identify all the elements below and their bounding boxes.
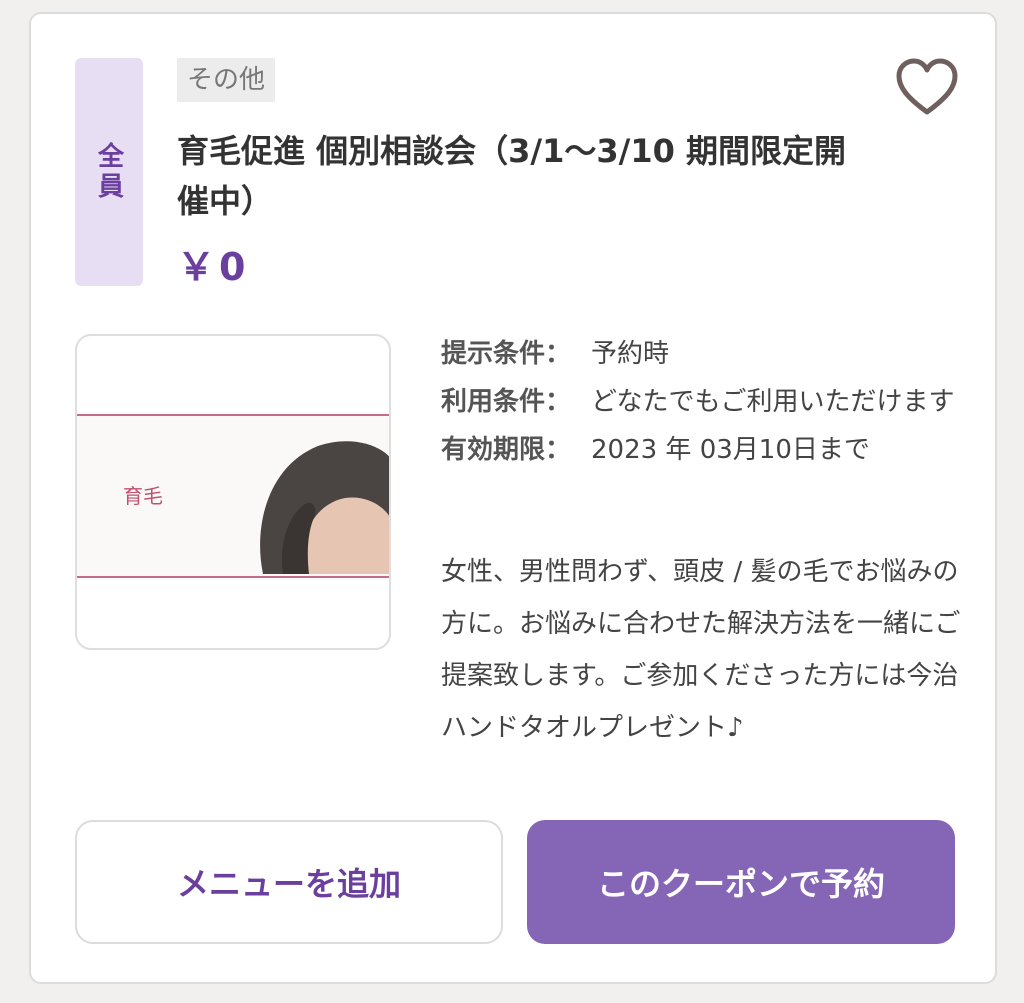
coupon-title: 育毛促進 個別相談会（3/1〜3/10 期間限定開催中） <box>177 132 846 220</box>
condition-expiry: 有効期限： 2023 年 03月10日まで <box>441 426 961 474</box>
category-tag: その他 <box>177 58 276 102</box>
condition-value: どなたでもご利用いただけます <box>591 387 955 417</box>
add-menu-button[interactable]: メニューを追加 <box>75 820 503 944</box>
coupon-price: ￥0 <box>177 245 250 289</box>
coupon-card: 全員 その他 育毛促進 個別相談会（3/1〜3/10 期間限定開催中） ￥0 育… <box>29 12 997 984</box>
image-caption: 育毛 <box>123 484 163 508</box>
heart-icon[interactable] <box>895 58 959 116</box>
target-badge: 全員 <box>75 58 143 286</box>
hair-image <box>223 416 389 574</box>
condition-label: 利用条件： <box>441 387 572 417</box>
coupon-image: 育毛 <box>75 334 391 650</box>
condition-usage: 利用条件： どなたでもご利用いただけます <box>441 378 961 426</box>
condition-label: 提示条件： <box>441 339 572 369</box>
reserve-button[interactable]: このクーポンで予約 <box>527 820 955 944</box>
condition-value: 2023 年 03月10日まで <box>591 435 870 465</box>
condition-presentation: 提示条件： 予約時 <box>441 330 961 378</box>
condition-label: 有効期限： <box>441 435 572 465</box>
coupon-description: 女性、男性問わず、頭皮 / 髪の毛でお悩みの方に。お悩みに合わせた解決方法を一緒… <box>441 557 961 743</box>
condition-value: 予約時 <box>591 339 670 369</box>
coupon-conditions: 提示条件： 予約時 利用条件： どなたでもご利用いただけます 有効期限： 202… <box>441 330 961 474</box>
